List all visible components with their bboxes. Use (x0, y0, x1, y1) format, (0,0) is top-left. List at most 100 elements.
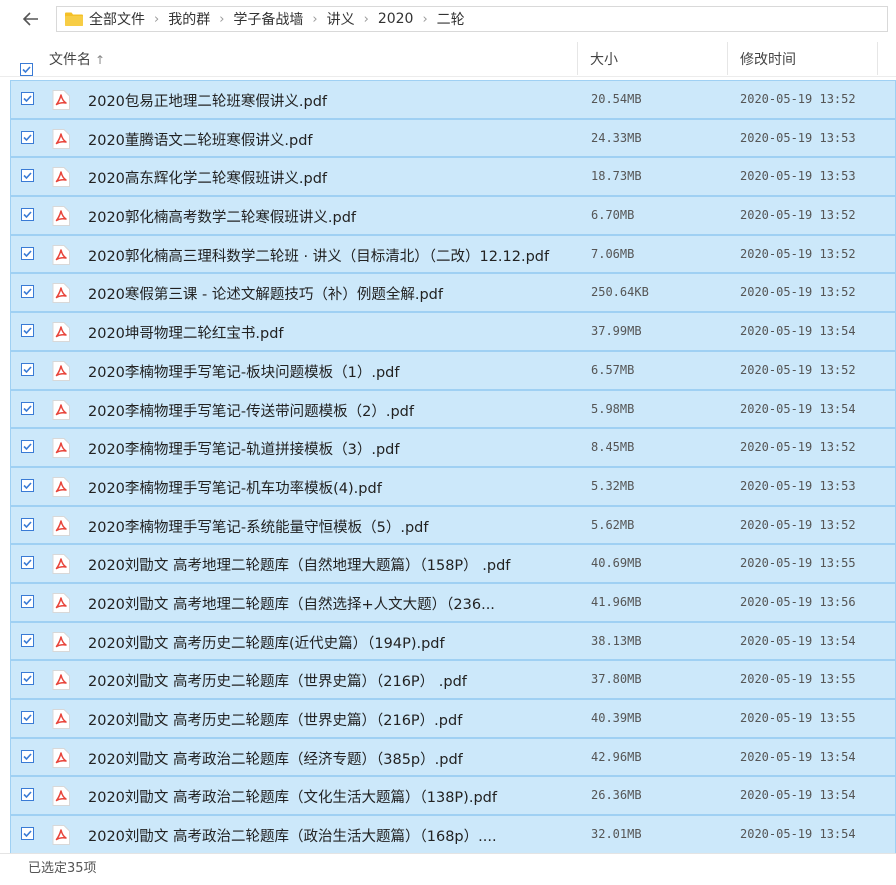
file-row[interactable]: 2020包易正地理二轮班寒假讲义.pdf 20.54MB 2020-05-19 13… (10, 80, 896, 119)
pdf-icon (52, 786, 70, 807)
file-name[interactable]: 2020寒假第三课 - 论述文解题技巧（补）例题全解.pdf (88, 283, 443, 304)
file-checkbox[interactable] (21, 594, 34, 608)
file-size: 41.96MB (591, 594, 642, 609)
file-checkbox[interactable] (21, 92, 34, 105)
file-name[interactable]: 2020郭化楠高三理科数学二轮班 · 讲义（目标清北）（二改）12.12.pdf (88, 245, 549, 266)
column-size-header[interactable]: 大小 (590, 49, 618, 69)
breadcrumb-item[interactable]: 二轮 (437, 9, 465, 29)
file-row[interactable]: 2020刘勖文 高考历史二轮题库（世界史篇）（216P） .pdf 37.80MB… (10, 660, 896, 699)
file-checkbox[interactable] (21, 556, 34, 570)
pdf-icon (52, 747, 70, 768)
breadcrumb-item[interactable]: 我的群 (168, 9, 210, 29)
file-row[interactable]: 2020董腾语文二轮班寒假讲义.pdf 24.33MB 2020-05-19 13:… (10, 118, 896, 158)
file-name[interactable]: 2020李楠物理手写笔记-板块问题模板（1）.pdf (88, 361, 399, 382)
file-size: 5.62MB (591, 517, 635, 532)
file-row[interactable]: 2020刘勖文 高考政治二轮题库（经济专题）（385p）.pdf 42.96MB 2… (10, 737, 896, 777)
file-row[interactable]: 2020郭化楠高考数学二轮寒假班讲义.pdf 6.70MB 2020-05-19 1… (10, 196, 896, 235)
file-name[interactable]: 2020高东辉化学二轮寒假班讲义.pdf (88, 167, 327, 188)
file-size: 42.96MB (591, 749, 642, 764)
column-time-header[interactable]: 修改时间 (740, 49, 796, 69)
breadcrumb-item[interactable]: 全部文件 (89, 9, 145, 29)
file-row[interactable]: 2020坤哥物理二轮红宝书.pdf 37.99MB 2020-05-19 13:54 (10, 312, 896, 351)
breadcrumb-separator: › (312, 11, 318, 27)
file-modified-time: 2020-05-19 13:52 (740, 362, 856, 377)
back-button[interactable] (18, 6, 44, 32)
file-size: 40.39MB (591, 711, 642, 725)
file-checkbox[interactable] (21, 169, 34, 183)
file-checkbox[interactable] (21, 633, 34, 647)
breadcrumb-item[interactable]: 学子备战墙 (233, 9, 303, 29)
file-name[interactable]: 2020刘勖文 高考历史二轮题库（世界史篇）（216P） .pdf (88, 670, 467, 691)
pdf-file-icon (52, 747, 70, 768)
file-row[interactable]: 2020李楠物理手写笔记-轨道拼接模板（3）.pdf 8.45MB 2020-05-… (10, 428, 896, 467)
file-row[interactable]: 2020刘勖文 高考地理二轮题库（自然地理大题篇）（158P） .pdf 40.6… (10, 544, 896, 583)
file-name[interactable]: 2020刘勖文 高考地理二轮题库（自然选择+人文大题）（236... (88, 593, 495, 614)
select-all-checkbox[interactable] (20, 62, 33, 76)
file-checkbox[interactable] (21, 827, 34, 841)
column-name-label: 文件名 (49, 52, 91, 68)
file-name[interactable]: 2020刘勖文 高考历史二轮题库（世界史篇）（216P）.pdf (88, 709, 462, 730)
file-checkbox[interactable] (21, 285, 34, 299)
file-name[interactable]: 2020刘勖文 高考政治二轮题库（政治生活大题篇）（168p）.... (88, 825, 497, 846)
file-row[interactable]: 2020李楠物理手写笔记-机车功率模板(4).pdf 5.32MB 2020-05-… (10, 466, 896, 506)
file-name[interactable]: 2020李楠物理手写笔记-轨道拼接模板（3）.pdf (88, 438, 399, 459)
checkbox-icon (23, 753, 32, 760)
file-row[interactable]: 2020刘勖文 高考历史二轮题库(近代史篇）（194P).pdf 38.13MB 2… (10, 621, 896, 661)
pdf-file-icon (52, 515, 70, 536)
file-size: 7.06MB (591, 246, 635, 261)
file-checkbox[interactable] (21, 208, 34, 222)
file-name[interactable]: 2020坤哥物理二轮红宝书.pdf (88, 322, 284, 343)
file-row[interactable]: 2020李楠物理手写笔记-传送带问题模板（2）.pdf 5.98MB 2020-05… (10, 389, 896, 429)
pdf-icon (52, 825, 70, 846)
file-name[interactable]: 2020李楠物理手写笔记-机车功率模板(4).pdf (88, 477, 382, 498)
file-checkbox[interactable] (21, 362, 34, 376)
file-checkbox[interactable] (21, 517, 34, 531)
file-row[interactable]: 2020李楠物理手写笔记-系统能量守恒模板（5）.pdf 5.62MB 2020-0… (10, 505, 896, 545)
file-size: 18.73MB (591, 169, 642, 184)
file-name[interactable]: 2020刘勖文 高考历史二轮题库(近代史篇）（194P).pdf (88, 632, 445, 653)
checkbox-icon (23, 366, 32, 373)
file-name[interactable]: 2020包易正地理二轮班寒假讲义.pdf (88, 90, 327, 111)
file-row[interactable]: 2020刘勖文 高考政治二轮题库（文化生活大题篇）（138P).pdf 26.36… (10, 776, 896, 816)
checkbox-icon (22, 65, 31, 73)
file-checkbox[interactable] (21, 749, 34, 763)
file-row[interactable]: 2020刘勖文 高考历史二轮题库（世界史篇）（216P）.pdf 40.39MB 2… (10, 699, 896, 738)
file-row[interactable]: 2020郭化楠高三理科数学二轮班 · 讲义（目标清北）（二改）12.12.pdf… (10, 234, 896, 274)
file-modified-time: 2020-05-19 13:56 (740, 594, 856, 609)
file-name[interactable]: 2020董腾语文二轮班寒假讲义.pdf (88, 129, 313, 150)
file-checkbox[interactable] (21, 478, 34, 492)
pdf-file-icon (52, 399, 70, 420)
file-name[interactable]: 2020刘勖文 高考地理二轮题库（自然地理大题篇）（158P） .pdf (88, 554, 510, 575)
file-checkbox[interactable] (21, 440, 34, 454)
file-checkbox[interactable] (21, 711, 34, 724)
sort-ascending-icon: ↑ (95, 53, 106, 67)
pdf-file-icon (52, 360, 70, 381)
file-checkbox[interactable] (21, 130, 34, 144)
pdf-file-icon (52, 206, 70, 227)
column-header: 文件名 ↑ 大小 修改时间 (0, 40, 896, 77)
file-name[interactable]: 2020李楠物理手写笔记-传送带问题模板（2）.pdf (88, 400, 414, 421)
file-row[interactable]: 2020刘勖文 高考政治二轮题库（政治生活大题篇）（168p）.... 32.01… (10, 815, 896, 853)
file-checkbox[interactable] (21, 324, 34, 338)
column-divider[interactable] (877, 42, 878, 75)
breadcrumb-item[interactable]: 讲义 (327, 9, 355, 29)
breadcrumb-item[interactable]: 2020 (378, 11, 414, 27)
file-checkbox[interactable] (21, 401, 34, 415)
file-name[interactable]: 2020刘勖文 高考政治二轮题库（经济专题）（385p）.pdf (88, 748, 463, 769)
file-size: 5.32MB (591, 478, 635, 493)
file-row[interactable]: 2020高东辉化学二轮寒假班讲义.pdf 18.73MB 2020-05-19 13… (10, 157, 896, 197)
column-name-header[interactable]: 文件名 ↑ (49, 49, 105, 69)
file-checkbox[interactable] (21, 672, 34, 686)
file-checkbox[interactable] (21, 246, 34, 260)
file-name[interactable]: 2020李楠物理手写笔记-系统能量守恒模板（5）.pdf (88, 516, 428, 537)
file-row[interactable]: 2020李楠物理手写笔记-板块问题模板（1）.pdf 6.57MB 2020-05-… (10, 350, 896, 390)
file-row[interactable]: 2020寒假第三课 - 论述文解题技巧（补）例题全解.pdf 250.64KB 20… (10, 273, 896, 313)
file-modified-time: 2020-05-19 13:52 (740, 517, 856, 532)
file-checkbox[interactable] (21, 788, 34, 802)
file-row[interactable]: 2020刘勖文 高考地理二轮题库（自然选择+人文大题）（236... 41.96M… (10, 582, 896, 622)
column-divider[interactable] (727, 42, 728, 75)
file-name[interactable]: 2020刘勖文 高考政治二轮题库（文化生活大题篇）（138P).pdf (88, 786, 497, 807)
column-divider[interactable] (577, 42, 578, 75)
file-name[interactable]: 2020郭化楠高考数学二轮寒假班讲义.pdf (88, 206, 356, 227)
file-size: 38.13MB (591, 633, 642, 648)
